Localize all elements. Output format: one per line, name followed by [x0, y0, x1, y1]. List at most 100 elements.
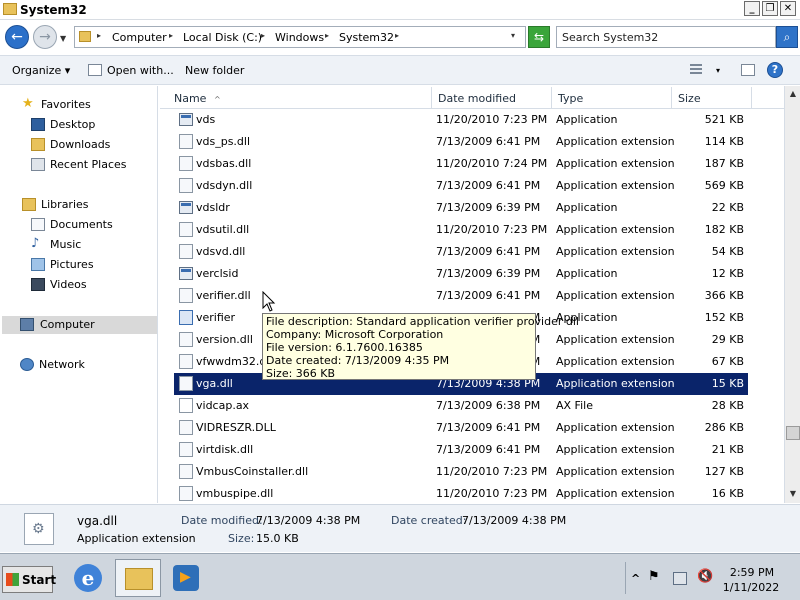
file-size: 21 KB — [711, 443, 744, 456]
new-folder-button[interactable]: New folder — [185, 64, 244, 77]
breadcrumb-windows[interactable]: Windows — [275, 31, 324, 44]
file-size: 15 KB — [711, 377, 744, 390]
chevron-right-icon[interactable]: ▸ — [169, 31, 173, 40]
file-row[interactable]: vdsbas.dll 11/20/2010 7:24 PM Application … — [174, 153, 748, 175]
address-dropdown-icon[interactable]: ▾ — [511, 31, 515, 40]
network-status-icon[interactable] — [673, 572, 687, 585]
details-pane: vga.dll Application extension Date modif… — [0, 504, 800, 552]
internet-explorer-icon: e — [74, 564, 102, 592]
breadcrumb-computer[interactable]: Computer — [112, 31, 167, 44]
file-row[interactable]: virtdisk.dll 7/13/2009 6:41 PM Application… — [174, 439, 748, 461]
nav-label: Desktop — [50, 118, 96, 131]
chevron-right-icon[interactable]: ▸ — [395, 31, 399, 40]
clock-time[interactable]: 2:59 PM — [722, 566, 782, 579]
column-header-name[interactable]: Name ^ — [168, 87, 432, 109]
file-row[interactable]: vdsdyn.dll 7/13/2009 6:41 PM Application e… — [174, 175, 748, 197]
file-date-modified: 7/13/2009 6:41 PM — [436, 245, 541, 258]
taskbar-internet-explorer[interactable]: e — [66, 559, 112, 597]
file-date-modified: 7/13/2009 6:41 PM — [436, 135, 541, 148]
nav-videos[interactable]: Videos — [31, 276, 151, 294]
clock-date[interactable]: 1/11/2022 — [718, 581, 784, 594]
recent-pages-dropdown[interactable]: ▼ — [60, 34, 66, 43]
refresh-button[interactable]: ⇆ — [528, 26, 550, 48]
help-icon[interactable]: ? — [767, 62, 783, 78]
file-name: vidcap.ax — [196, 399, 250, 412]
file-type: Application extension — [556, 487, 675, 500]
nav-desktop[interactable]: Desktop — [31, 116, 151, 134]
dll-file-icon — [179, 332, 193, 347]
file-row[interactable]: vds_ps.dll 7/13/2009 6:41 PM Application e… — [174, 131, 748, 153]
file-row[interactable]: vidcap.ax 7/13/2009 6:38 PM AX File 28 KB — [174, 395, 748, 417]
dll-file-icon — [179, 464, 193, 479]
file-row[interactable]: VmbusCoinstaller.dll 11/20/2010 7:23 PM Ap… — [174, 461, 748, 483]
search-input[interactable]: Search System32 — [556, 26, 776, 48]
file-type: Application — [556, 113, 618, 126]
file-size: 127 KB — [704, 465, 744, 478]
nav-label: Downloads — [50, 138, 111, 151]
folder-icon — [3, 3, 17, 15]
minimize-button[interactable]: _ — [744, 1, 760, 16]
file-name: verifier — [196, 311, 236, 324]
file-name: VIDRESZR.DLL — [196, 421, 276, 434]
file-list: Name ^ Date modified Type Size vds 11/20/… — [160, 86, 784, 503]
nav-music[interactable]: ♪ Music — [31, 236, 151, 254]
nav-recent-places[interactable]: Recent Places — [31, 156, 151, 174]
forward-button[interactable]: → — [33, 25, 57, 49]
nav-label: Favorites — [41, 98, 91, 111]
preview-pane-icon[interactable] — [741, 64, 755, 76]
file-row[interactable]: vdsvd.dll 7/13/2009 6:41 PM Application ex… — [174, 241, 748, 263]
file-row[interactable]: verclsid 7/13/2009 6:39 PM Application 12 K… — [174, 263, 748, 285]
chevron-down-icon[interactable]: ▾ — [716, 66, 720, 75]
file-date-modified: 7/13/2009 6:41 PM — [436, 421, 541, 434]
file-row[interactable]: vds 11/20/2010 7:23 PM Application 521 KB — [174, 109, 748, 131]
scroll-down-button[interactable]: ▼ — [785, 486, 800, 502]
file-date-modified: 7/13/2009 6:39 PM — [436, 267, 541, 280]
nav-downloads[interactable]: Downloads — [31, 136, 151, 154]
column-header-date-modified[interactable]: Date modified — [432, 87, 552, 109]
open-with-button[interactable]: Open with... — [107, 64, 174, 77]
start-button[interactable]: Start — [2, 566, 56, 593]
close-button[interactable]: ✕ — [780, 1, 796, 16]
dll-file-icon — [179, 222, 193, 237]
chevron-right-icon[interactable]: ▸ — [261, 31, 265, 40]
back-button[interactable]: ← — [5, 25, 29, 49]
file-date-modified: 7/13/2009 6:41 PM — [436, 289, 541, 302]
file-row[interactable]: vmbuspipe.dll 11/20/2010 7:23 PM Applicati… — [174, 483, 748, 503]
details-date-created-label: Date created: — [391, 514, 467, 527]
breadcrumb-system32[interactable]: System32 — [339, 31, 394, 44]
maximize-button[interactable]: ❐ — [762, 1, 778, 16]
file-row[interactable]: vdsldr 7/13/2009 6:39 PM Application 22 KB — [174, 197, 748, 219]
column-header-type[interactable]: Type — [552, 87, 672, 109]
vertical-scrollbar[interactable]: ▲ ▼ — [784, 86, 800, 503]
nav-pictures[interactable]: Pictures — [31, 256, 151, 274]
taskbar-windows-explorer[interactable] — [115, 559, 161, 597]
chevron-right-icon[interactable]: ▸ — [97, 31, 101, 40]
view-options-icon[interactable] — [690, 64, 702, 76]
address-bar[interactable]: ▸ Computer ▸ Local Disk (C:) ▸ Windows ▸… — [74, 26, 526, 48]
file-row[interactable]: vdsutil.dll 11/20/2010 7:23 PM Application… — [174, 219, 748, 241]
file-type: AX File — [556, 399, 593, 412]
nav-favorites[interactable]: ★ Favorites — [22, 96, 152, 114]
taskbar-media-player[interactable] — [164, 559, 210, 597]
window-title: System32 — [20, 3, 87, 17]
organize-button[interactable]: Organize ▾ — [12, 64, 70, 77]
nav-label: Music — [50, 238, 82, 251]
windows-logo-icon — [6, 573, 19, 586]
chevron-right-icon[interactable]: ▸ — [325, 31, 329, 40]
search-icon[interactable]: ⌕ — [776, 26, 798, 48]
nav-computer[interactable]: Computer — [2, 316, 157, 334]
file-row[interactable]: VIDRESZR.DLL 7/13/2009 6:41 PM Application… — [174, 417, 748, 439]
show-hidden-icons-button[interactable]: ^ — [631, 572, 640, 585]
libraries-icon — [22, 198, 36, 211]
volume-muted-icon[interactable]: 🔇 — [697, 569, 713, 584]
file-row[interactable]: verifier.dll 7/13/2009 6:41 PM Application… — [174, 285, 748, 307]
action-center-flag-icon[interactable]: ⚑ — [648, 569, 660, 584]
nav-documents[interactable]: Documents — [31, 216, 151, 234]
scroll-up-button[interactable]: ▲ — [785, 86, 800, 102]
scrollbar-thumb[interactable] — [786, 426, 800, 440]
nav-libraries[interactable]: Libraries — [22, 196, 152, 214]
breadcrumb-local-disk[interactable]: Local Disk (C:) — [183, 31, 262, 44]
nav-network[interactable]: Network — [20, 356, 150, 374]
folder-icon — [79, 31, 91, 42]
column-header-size[interactable]: Size — [672, 87, 752, 109]
